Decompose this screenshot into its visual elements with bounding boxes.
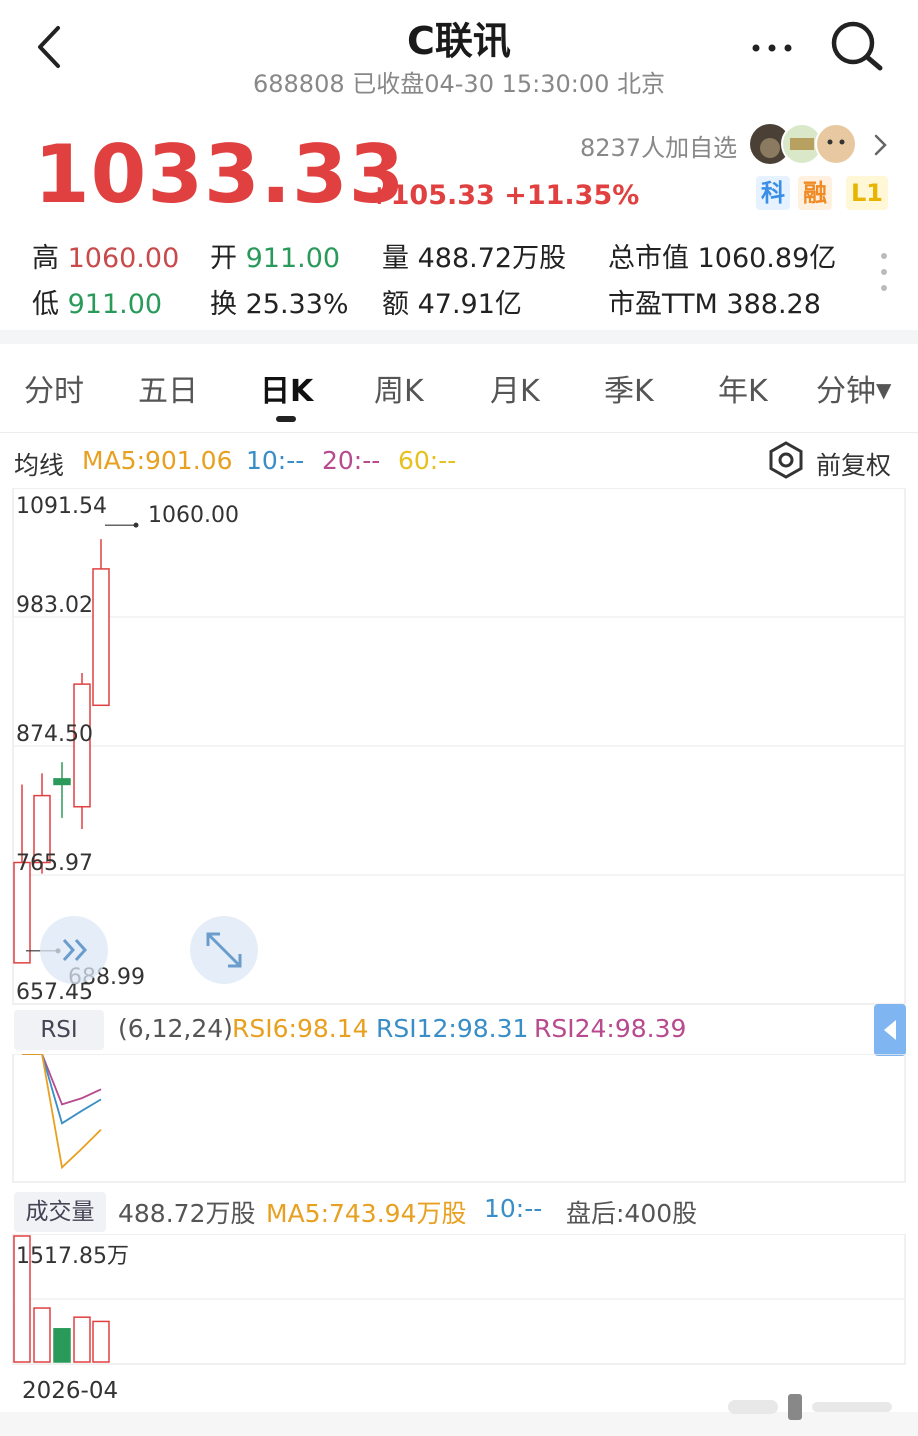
volume-value: 488.72万股: [118, 1199, 256, 1228]
current-price: 1033.33: [34, 128, 406, 221]
y-tick-label: 765.97: [16, 851, 93, 876]
rsi-line-rsi6: [22, 1054, 102, 1106]
tab-divider: [0, 432, 918, 433]
ma5-value: MA5:901.06: [82, 446, 233, 475]
stat-high: 高 1060.00: [32, 243, 180, 274]
collapse-panel-button[interactable]: [874, 1004, 906, 1056]
dropdown-icon: ▼: [876, 378, 892, 402]
ma60-value: 60:--: [398, 446, 457, 475]
max-price-label: 1060.00: [148, 503, 239, 528]
more-icon[interactable]: [748, 28, 796, 68]
stat-market-cap: 总市值 1060.89亿: [608, 243, 837, 274]
active-tab-indicator: [276, 416, 296, 422]
tab-minute[interactable]: 分钟▼: [816, 366, 891, 410]
rsi12-value: RSI12:98.31: [376, 1014, 529, 1043]
tab-weekly-k[interactable]: 周K: [374, 366, 424, 410]
tag-star-market: 科: [756, 176, 790, 210]
adjust-settings-icon[interactable]: [766, 440, 806, 480]
volume-bar: [73, 1316, 91, 1363]
double-chevron-right-icon: [62, 938, 88, 962]
x-axis-date-label: 2026-04: [22, 1378, 119, 1404]
volume-bar: [92, 1320, 110, 1363]
volume-indicator-selector[interactable]: 成交量: [14, 1192, 106, 1232]
rsi24-value: RSI24:98.39: [534, 1014, 687, 1043]
max-dot: [133, 522, 139, 528]
rsi6-value: RSI6:98.14: [232, 1014, 369, 1043]
fast-forward-button[interactable]: [40, 916, 108, 984]
search-icon[interactable]: [828, 18, 886, 76]
y-tick-label: 874.50: [16, 722, 93, 747]
volume-chart: [12, 1234, 906, 1365]
tag-level1: L1: [846, 176, 888, 210]
volume-bar: [33, 1307, 51, 1363]
tag-margin: 融: [798, 176, 832, 210]
candle-body: [53, 778, 71, 786]
expand-icon: [206, 932, 242, 968]
rsi-params: (6,12,24): [118, 1014, 233, 1043]
follower-avatars[interactable]: [748, 122, 860, 166]
ma-label: 均线: [14, 451, 65, 480]
y-tick-label: 983.02: [16, 593, 93, 618]
stat-turnover: 换 25.33%: [210, 289, 349, 320]
market-status: 688808 已收盘04-30 15:30:00 北京: [252, 70, 666, 98]
volume-max-label: 1517.85万: [16, 1244, 129, 1269]
after-hours-volume: 盘后:400股: [566, 1199, 698, 1228]
expand-stats-icon[interactable]: [876, 250, 892, 296]
rsi-line-rsi24: [22, 1054, 102, 1170]
rsi-chart: [12, 1054, 906, 1183]
follow-count[interactable]: 8237人加自选: [580, 128, 737, 163]
candle-body: [13, 861, 31, 964]
triangle-left-icon: [884, 1020, 896, 1040]
stat-low: 低 911.00: [32, 289, 163, 320]
tab-yearly-k[interactable]: 年K: [718, 366, 768, 410]
candle-body: [92, 568, 110, 707]
stat-volume: 量 488.72万股: [382, 243, 567, 274]
volume-ma10: 10:--: [484, 1194, 543, 1223]
candlestick-chart[interactable]: [0, 488, 918, 1008]
ma10-value: 10:--: [246, 446, 305, 475]
tab-daily-k[interactable]: 日K: [260, 366, 313, 410]
watermark-logo: [728, 1394, 892, 1420]
stat-pe-ttm: 市盈TTM 388.28: [608, 289, 821, 320]
rsi-indicator-selector[interactable]: RSI: [14, 1010, 104, 1050]
y-tick-label: 1091.54: [16, 494, 107, 519]
price-change: +105.33 +11.35%: [368, 180, 640, 211]
rsi-line-rsi12: [22, 1054, 102, 1125]
adjust-mode-label[interactable]: 前复权: [816, 446, 891, 482]
tab-monthly-k[interactable]: 月K: [490, 366, 540, 410]
tab-five-day[interactable]: 五日: [138, 366, 198, 410]
tab-quarterly-k[interactable]: 季K: [604, 366, 654, 410]
stat-amount: 额 47.91亿: [382, 289, 522, 320]
volume-bar: [53, 1328, 71, 1363]
chart-frame: [12, 1054, 906, 1183]
volume-ma5: MA5:743.94万股: [266, 1199, 467, 1228]
chevron-right-icon[interactable]: [868, 130, 892, 160]
stat-open: 开 911.00: [210, 243, 341, 274]
fullscreen-button[interactable]: [190, 916, 258, 984]
ma20-value: 20:--: [322, 446, 381, 475]
tab-intraday[interactable]: 分时: [24, 366, 84, 410]
section-divider: [0, 330, 918, 344]
